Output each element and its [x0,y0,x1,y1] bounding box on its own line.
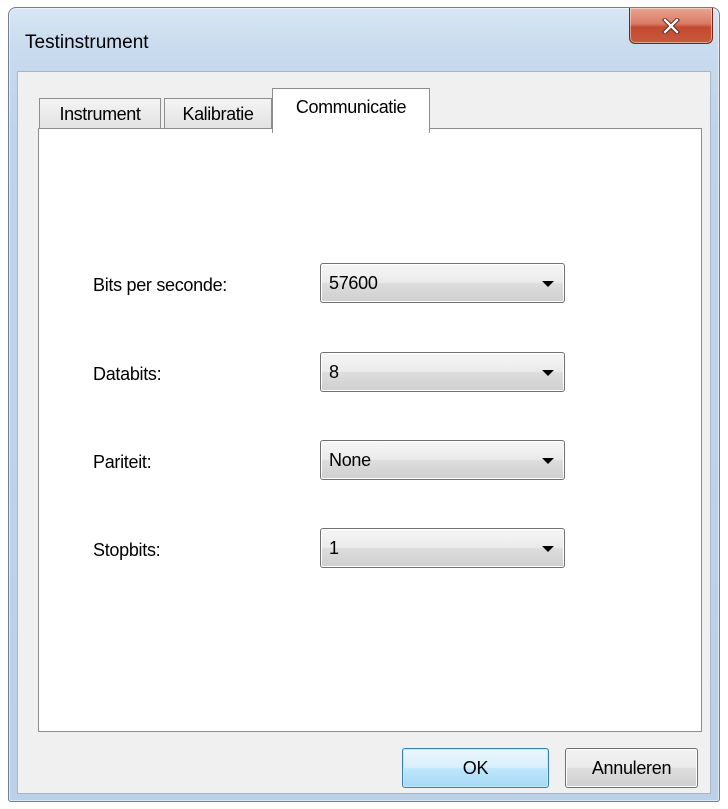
stopbits-select[interactable]: 1 [320,528,565,568]
parity-label: Pariteit: [93,452,152,472]
select-value: 1 [329,538,339,558]
chevron-down-icon [542,546,554,552]
tab-panel-communicatie: Bits per seconde: 57600 Databits: 8 Pari… [38,128,702,732]
dialog-window: Testinstrument Instrument Kalibratie Com… [8,7,720,802]
bits-per-second-label: Bits per seconde: [93,275,227,295]
dialog-client-area: Instrument Kalibratie Communicatie Bits … [17,71,711,794]
chevron-down-icon [542,458,554,464]
databits-select[interactable]: 8 [320,352,565,392]
close-icon [662,17,680,34]
ok-button[interactable]: OK [402,748,549,788]
tab-label: Kalibratie [182,104,254,124]
tab-communicatie[interactable]: Communicatie [272,88,430,133]
chevron-down-icon [542,281,554,287]
select-value: 8 [329,362,339,382]
select-value: None [329,450,371,470]
stopbits-label: Stopbits: [93,540,161,560]
cancel-button[interactable]: Annuleren [565,748,698,788]
tab-label: Instrument [59,104,141,124]
tab-kalibratie[interactable]: Kalibratie [164,98,272,130]
window-title: Testinstrument [25,32,149,53]
select-value: 57600 [329,273,378,293]
parity-select[interactable]: None [320,440,565,480]
tab-label: Communicatie [295,97,407,117]
databits-label: Databits: [93,364,162,384]
chevron-down-icon [542,370,554,376]
close-button[interactable] [629,8,713,44]
bits-per-second-select[interactable]: 57600 [320,263,565,303]
title-bar[interactable]: Testinstrument [9,8,719,70]
tab-instrument[interactable]: Instrument [39,98,161,130]
